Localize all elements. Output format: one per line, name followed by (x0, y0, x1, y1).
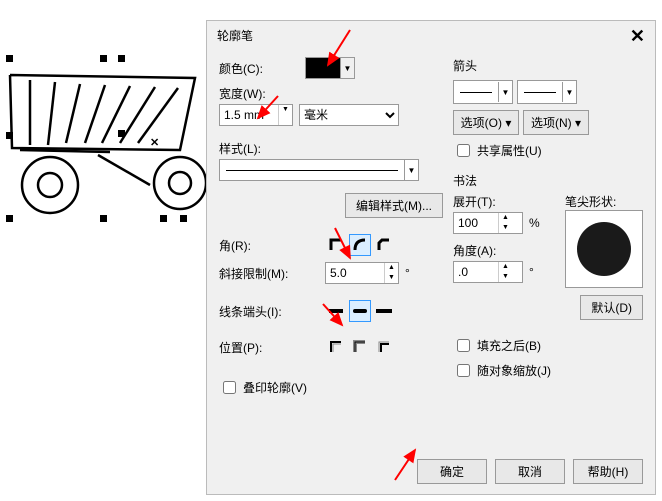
position-label: 位置(P): (219, 339, 319, 356)
chevron-down-icon[interactable]: ▼ (340, 58, 354, 78)
ok-button[interactable]: 确定 (417, 459, 487, 484)
outline-pen-dialog: 轮廓笔 ✕ 颜色(C): ▼ 宽度(W): ▼ 毫米 (206, 20, 656, 495)
corner-miter-icon[interactable] (325, 234, 347, 256)
style-select[interactable]: ▼ (219, 159, 419, 181)
pos-inside-icon[interactable] (373, 336, 395, 358)
scale-with-label: 随对象缩放(J) (477, 362, 551, 379)
chevron-down-icon[interactable]: ▼ (279, 105, 292, 125)
angle-input[interactable]: ▲▼ (453, 261, 523, 283)
nib-label: 笔尖形状: (565, 193, 643, 210)
overprint-label: 叠印轮廓(V) (243, 379, 307, 396)
miter-label: 斜接限制(M): (219, 265, 319, 282)
degree-icon: ° (405, 266, 410, 280)
cap-flat-icon[interactable] (325, 300, 347, 322)
default-button[interactable]: 默认(D) (580, 295, 643, 320)
corner-bevel-icon[interactable] (373, 234, 395, 256)
cap-options (325, 300, 395, 322)
style-label: 样式(L): (219, 140, 299, 157)
color-swatch (306, 58, 340, 78)
share-attrs-label: 共享属性(U) (477, 142, 542, 159)
pos-outside-icon[interactable] (325, 336, 347, 358)
cap-label: 线条端头(I): (219, 303, 319, 320)
position-options (325, 336, 395, 358)
width-field[interactable] (220, 105, 278, 125)
edit-style-button[interactable]: 编辑样式(M)... (345, 193, 443, 218)
chevron-down-icon[interactable]: ▼ (404, 160, 418, 180)
help-button[interactable]: 帮助(H) (573, 459, 643, 484)
corner-options (325, 234, 395, 256)
cap-round-icon[interactable] (349, 300, 371, 322)
titlebar: 轮廓笔 ✕ (207, 21, 655, 51)
arrow-options-right-button[interactable]: 选项(N) ▾ (523, 110, 589, 135)
cap-square-icon[interactable] (373, 300, 395, 322)
color-picker[interactable]: ▼ (305, 57, 355, 79)
degree-icon: ° (529, 265, 534, 279)
width-input[interactable]: ▼ (219, 104, 293, 126)
angle-label: 角度(A): (453, 242, 557, 259)
behind-fill-checkbox[interactable] (457, 339, 470, 352)
calligraphy-section-label: 书法 (453, 172, 643, 189)
cancel-button[interactable]: 取消 (495, 459, 565, 484)
arrow-end-select[interactable]: ▼ (517, 80, 577, 104)
canvas-drawing: ✕ (0, 0, 206, 300)
corner-label: 角(R): (219, 237, 319, 254)
scale-with-checkbox[interactable] (457, 364, 470, 377)
arrow-options-left-button[interactable]: 选项(O) ▾ (453, 110, 519, 135)
dialog-title: 轮廓笔 (217, 21, 253, 51)
close-icon[interactable]: ✕ (630, 21, 645, 51)
behind-fill-label: 填充之后(B) (477, 337, 541, 354)
width-label: 宽度(W): (219, 85, 299, 102)
miter-field[interactable] (326, 263, 384, 283)
color-label: 颜色(C): (219, 60, 299, 77)
unit-select[interactable]: 毫米 (299, 104, 399, 126)
share-attrs-checkbox[interactable] (457, 144, 470, 157)
spread-label: 展开(T): (453, 193, 557, 210)
angle-field[interactable] (454, 262, 498, 282)
arrow-start-select[interactable]: ▼ (453, 80, 513, 104)
spread-field[interactable] (454, 213, 498, 233)
spread-input[interactable]: ▲▼ (453, 212, 523, 234)
pos-center-icon[interactable] (349, 336, 371, 358)
corner-round-icon[interactable] (349, 234, 371, 256)
nib-preview (565, 210, 643, 288)
arrows-section-label: 箭头 (453, 57, 643, 74)
miter-input[interactable]: ▲▼ (325, 262, 399, 284)
overprint-checkbox[interactable] (223, 381, 236, 394)
percent-icon: % (529, 216, 540, 230)
